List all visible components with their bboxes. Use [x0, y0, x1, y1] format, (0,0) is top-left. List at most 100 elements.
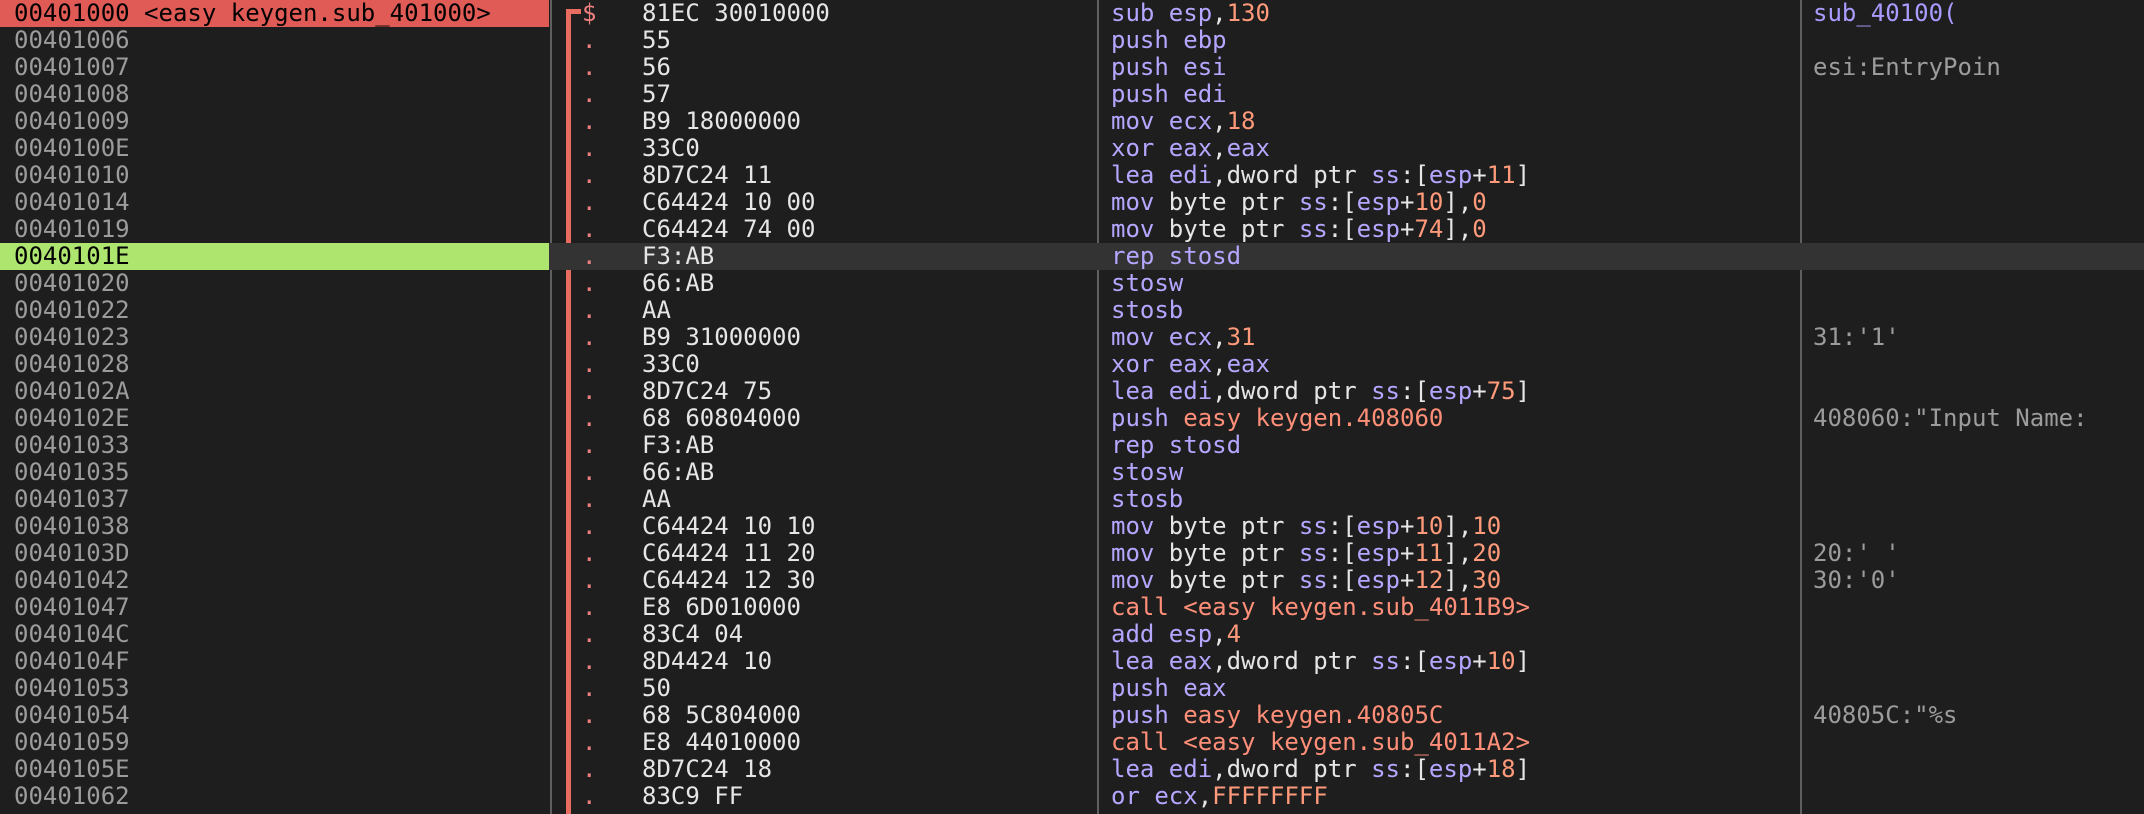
disassembly-row[interactable]: 00401009. B9 18000000 mov ecx,18	[0, 108, 2144, 135]
disassembly-row[interactable]: 0040104C. 83C4 04 add esp,4	[0, 621, 2144, 648]
address-cell[interactable]: 0040102A	[0, 378, 549, 405]
comment-cell[interactable]	[1813, 189, 2144, 216]
comment-cell[interactable]	[1813, 108, 2144, 135]
comment-cell[interactable]	[1813, 486, 2144, 513]
comment-cell[interactable]	[1813, 270, 2144, 297]
instruction-cell[interactable]: rep stosd	[1111, 243, 1801, 270]
disassembly-row[interactable]: 0040102A. 8D7C24 75 lea edi,dword ptr ss:[…	[0, 378, 2144, 405]
disassembly-row[interactable]: 00401007. 56 push esi esi:EntryPoin	[0, 54, 2144, 81]
disassembly-row[interactable]: 0040103D. C64424 11 20 mov byte ptr ss:[es…	[0, 540, 2144, 567]
disassembly-row[interactable]: 0040101E. F3:AB rep stosd	[0, 243, 2144, 270]
opcode-bytes-cell[interactable]: 8D7C24 11	[642, 162, 1092, 189]
comment-cell[interactable]	[1813, 297, 2144, 324]
comment-cell[interactable]	[1813, 675, 2144, 702]
address-cell[interactable]: 00401008	[0, 81, 549, 108]
opcode-bytes-cell[interactable]: 66:AB	[642, 270, 1092, 297]
instruction-cell[interactable]: rep stosd	[1111, 432, 1801, 459]
opcode-bytes-cell[interactable]: C64424 12 30	[642, 567, 1092, 594]
instruction-cell[interactable]: push esi	[1111, 54, 1801, 81]
comment-cell[interactable]	[1813, 756, 2144, 783]
disassembly-row[interactable]: 0040102E. 68 60804000 push easy keygen.408…	[0, 405, 2144, 432]
address-cell[interactable]: 00401059	[0, 729, 549, 756]
disassembly-row[interactable]: 0040105E. 8D7C24 18 lea edi,dword ptr ss:[…	[0, 756, 2144, 783]
comment-cell[interactable]	[1813, 81, 2144, 108]
address-cell[interactable]: 0040103D	[0, 540, 549, 567]
address-cell[interactable]: 00401006	[0, 27, 549, 54]
address-cell[interactable]: 00401010	[0, 162, 549, 189]
comment-cell[interactable]	[1813, 648, 2144, 675]
opcode-bytes-cell[interactable]: 68 60804000	[642, 405, 1092, 432]
opcode-bytes-cell[interactable]: E8 44010000	[642, 729, 1092, 756]
disassembly-row[interactable]: 00401053. 50 push eax	[0, 675, 2144, 702]
instruction-cell[interactable]: mov byte ptr ss:[esp+74],0	[1111, 216, 1801, 243]
opcode-bytes-cell[interactable]: C64424 11 20	[642, 540, 1092, 567]
instruction-cell[interactable]: lea eax,dword ptr ss:[esp+10]	[1111, 648, 1801, 675]
disassembly-row[interactable]: 00401047. E8 6D010000 call <easy keygen.su…	[0, 594, 2144, 621]
address-cell[interactable]: 00401054	[0, 702, 549, 729]
opcode-bytes-cell[interactable]: E8 6D010000	[642, 594, 1092, 621]
comment-cell[interactable]	[1813, 243, 2144, 270]
disassembly-row[interactable]: 00401010. 8D7C24 11 lea edi,dword ptr ss:[…	[0, 162, 2144, 189]
address-cell[interactable]: 00401000 <easy keygen.sub_401000>	[0, 0, 549, 27]
instruction-cell[interactable]: push eax	[1111, 675, 1801, 702]
disassembly-row[interactable]: 00401020. 66:AB stosw	[0, 270, 2144, 297]
address-cell[interactable]: 00401022	[0, 297, 549, 324]
instruction-cell[interactable]: stosb	[1111, 486, 1801, 513]
opcode-bytes-cell[interactable]: AA	[642, 486, 1092, 513]
address-cell[interactable]: 0040105E	[0, 756, 549, 783]
comment-cell[interactable]: 31:'1'	[1813, 324, 2144, 351]
disassembly-row[interactable]: 00401023. B9 31000000 mov ecx,31 31:'1'	[0, 324, 2144, 351]
address-cell[interactable]: 00401028	[0, 351, 549, 378]
disassembly-row[interactable]: 00401033. F3:AB rep stosd	[0, 432, 2144, 459]
instruction-cell[interactable]: lea edi,dword ptr ss:[esp+75]	[1111, 378, 1801, 405]
address-cell[interactable]: 0040102E	[0, 405, 549, 432]
disassembly-row[interactable]: 00401019. C64424 74 00 mov byte ptr ss:[es…	[0, 216, 2144, 243]
disassembly-row[interactable]: 00401008. 57 push edi	[0, 81, 2144, 108]
address-cell[interactable]: 00401053	[0, 675, 549, 702]
address-cell[interactable]: 0040104F	[0, 648, 549, 675]
instruction-cell[interactable]: stosw	[1111, 459, 1801, 486]
comment-cell[interactable]	[1813, 162, 2144, 189]
disassembly-row[interactable]: 00401037. AA stosb	[0, 486, 2144, 513]
opcode-bytes-cell[interactable]: 68 5C804000	[642, 702, 1092, 729]
opcode-bytes-cell[interactable]: 8D4424 10	[642, 648, 1092, 675]
instruction-cell[interactable]: push edi	[1111, 81, 1801, 108]
address-cell[interactable]: 00401042	[0, 567, 549, 594]
disassembly-row[interactable]: 00401000 <easy keygen.sub_401000> $81EC 3…	[0, 0, 2144, 27]
opcode-bytes-cell[interactable]: C64424 74 00	[642, 216, 1092, 243]
disassembly-row[interactable]: 00401035. 66:AB stosw	[0, 459, 2144, 486]
address-cell[interactable]: 00401062	[0, 783, 549, 810]
comment-cell[interactable]: esi:EntryPoin	[1813, 54, 2144, 81]
address-cell[interactable]: 00401007	[0, 54, 549, 81]
opcode-bytes-cell[interactable]: 57	[642, 81, 1092, 108]
comment-cell[interactable]	[1813, 27, 2144, 54]
instruction-cell[interactable]: mov byte ptr ss:[esp+11],20	[1111, 540, 1801, 567]
instruction-cell[interactable]: sub esp,130	[1111, 0, 1801, 27]
instruction-cell[interactable]: mov byte ptr ss:[esp+12],30	[1111, 567, 1801, 594]
address-cell[interactable]: 00401033	[0, 432, 549, 459]
address-cell[interactable]: 00401019	[0, 216, 549, 243]
opcode-bytes-cell[interactable]: 66:AB	[642, 459, 1092, 486]
opcode-bytes-cell[interactable]: 50	[642, 675, 1092, 702]
comment-cell[interactable]: 20:' '	[1813, 540, 2144, 567]
opcode-bytes-cell[interactable]: 33C0	[642, 351, 1092, 378]
instruction-cell[interactable]: xor eax,eax	[1111, 135, 1801, 162]
opcode-bytes-cell[interactable]: B9 31000000	[642, 324, 1092, 351]
address-cell[interactable]: 00401038	[0, 513, 549, 540]
disassembly-row[interactable]: 00401022. AA stosb	[0, 297, 2144, 324]
opcode-bytes-cell[interactable]: 83C4 04	[642, 621, 1092, 648]
instruction-cell[interactable]: push easy keygen.408060	[1111, 405, 1801, 432]
disassembly-view[interactable]: 00401000 <easy keygen.sub_401000> $81EC 3…	[0, 0, 2144, 814]
comment-cell[interactable]	[1813, 783, 2144, 810]
address-cell[interactable]: 00401037	[0, 486, 549, 513]
address-cell[interactable]: 00401023	[0, 324, 549, 351]
comment-cell[interactable]	[1813, 432, 2144, 459]
instruction-cell[interactable]: mov byte ptr ss:[esp+10],10	[1111, 513, 1801, 540]
disassembly-row[interactable]: 00401059. E8 44010000 call <easy keygen.su…	[0, 729, 2144, 756]
opcode-bytes-cell[interactable]: 83C9 FF	[642, 783, 1092, 810]
instruction-cell[interactable]: mov ecx,18	[1111, 108, 1801, 135]
opcode-bytes-cell[interactable]: F3:AB	[642, 243, 1092, 270]
comment-cell[interactable]	[1813, 135, 2144, 162]
comment-cell[interactable]	[1813, 378, 2144, 405]
instruction-cell[interactable]: add esp,4	[1111, 621, 1801, 648]
